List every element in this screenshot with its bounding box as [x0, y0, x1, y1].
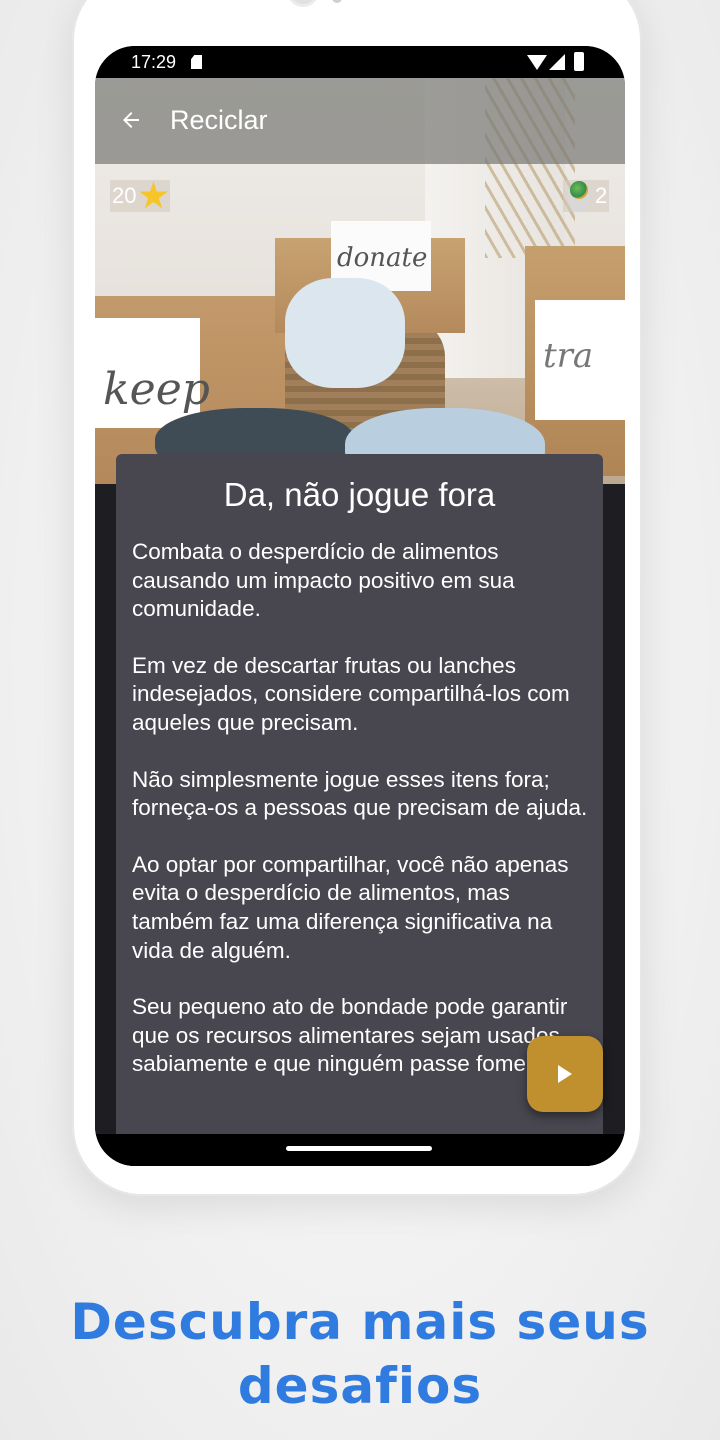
- medal-icon: [565, 181, 593, 211]
- card-paragraph: Combata o desperdício de alimentos causa…: [132, 539, 515, 622]
- card-paragraph: Ao optar por compartilhar, você não apen…: [132, 851, 569, 963]
- play-icon: [558, 1065, 572, 1083]
- sd-card-icon: [191, 55, 202, 69]
- box-donate-text: donate: [337, 243, 428, 273]
- promo-headline: Descubra mais seus desafios: [70, 1293, 650, 1415]
- box-trash-label: tra: [535, 300, 625, 420]
- card-body: Combata o desperdício de alimentos causa…: [132, 538, 592, 1107]
- proximity-sensors: [332, 0, 344, 5]
- front-camera: [287, 0, 319, 7]
- card-paragraph: Não simplesmente jogue esses itens fora;…: [132, 766, 588, 821]
- arrow-left-icon[interactable]: [119, 108, 143, 132]
- box-keep-label: keep: [95, 318, 210, 428]
- box-keep-text: keep: [103, 364, 210, 415]
- battery-icon: [574, 52, 584, 71]
- play-button[interactable]: [527, 1036, 603, 1112]
- phone-screen: 17:29 keep donate tra Reciclar 20 2 Da, …: [95, 46, 625, 1166]
- points-badge: 20: [110, 180, 171, 212]
- home-gesture-handle[interactable]: [286, 1146, 432, 1151]
- points-count: 20: [112, 183, 137, 208]
- status-time: 17:29: [131, 52, 177, 72]
- status-bar: 17:29: [95, 46, 625, 78]
- box-trash-text: tra: [543, 336, 594, 376]
- star-icon: [139, 181, 168, 209]
- cell-signal-icon: [549, 54, 565, 70]
- page-title: Reciclar: [170, 105, 268, 135]
- medals-count: 2: [595, 183, 608, 208]
- app-bar: Reciclar: [95, 78, 625, 164]
- card-paragraph: Em vez de descartar frutas ou lanches in…: [132, 652, 570, 735]
- navigation-bar: [95, 1134, 625, 1166]
- wifi-icon: [527, 55, 547, 70]
- cloth-shape: [285, 278, 405, 388]
- card-paragraph: Seu pequeno ato de bondade pode garantir…: [132, 994, 568, 1077]
- medals-badge: 2: [563, 180, 610, 212]
- card-title: Da, não jogue fora: [223, 476, 496, 513]
